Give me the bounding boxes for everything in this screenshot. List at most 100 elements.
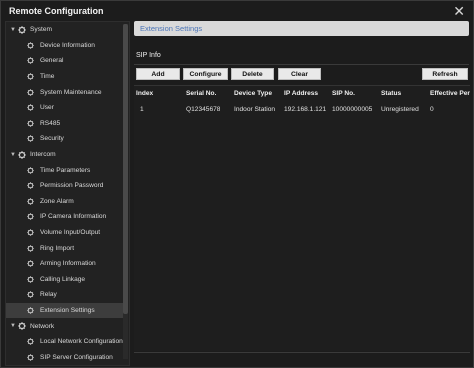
window-title: Remote Configuration — [9, 6, 104, 16]
table-cell: Q12345678 — [186, 106, 221, 113]
tree-item-label: IP Camera Information — [40, 213, 107, 221]
gear-icon — [27, 244, 34, 252]
gear-icon — [27, 291, 34, 299]
section-header: Extension Settings — [134, 21, 469, 36]
tree-item-label: Time Parameters — [40, 166, 91, 174]
caret-down-icon[interactable]: ▼ — [10, 27, 18, 33]
tree-item-permission-password[interactable]: Permission Password — [6, 178, 124, 194]
refresh-button[interactable]: Refresh — [422, 68, 468, 80]
tree-item-label: Time — [40, 73, 55, 81]
gear-icon — [27, 166, 34, 174]
tree-item-volume-input-output[interactable]: Volume Input/Output — [6, 225, 124, 241]
tree-group-intercom[interactable]: ▼ Intercom — [6, 147, 124, 163]
table-cell: Indoor Station — [234, 106, 276, 113]
column-header[interactable]: Status — [381, 90, 401, 97]
tree-item-security[interactable]: Security — [6, 131, 124, 147]
tree-item-label: Local Network Configuration — [40, 338, 123, 346]
column-header[interactable]: SIP No. — [332, 90, 355, 97]
gear-icon — [27, 260, 34, 268]
table-row[interactable]: 1 Q12345678 Indoor Station 192.168.1.121 100… — [134, 102, 470, 118]
gear-icon — [27, 135, 34, 143]
gear-icon — [18, 322, 26, 330]
gear-icon — [27, 275, 34, 283]
tree-item-rs485[interactable]: RS485 — [6, 116, 124, 132]
gear-icon — [27, 57, 34, 65]
gear-icon — [27, 182, 34, 190]
tree-item-general[interactable]: General — [6, 53, 124, 69]
tree-item-time[interactable]: Time — [6, 69, 124, 85]
gear-icon — [27, 197, 34, 205]
tree-group-label: Network — [30, 322, 55, 330]
sip-info-label: SIP Info — [136, 52, 161, 59]
gear-icon — [27, 88, 34, 96]
table-body: 1 Q12345678 Indoor Station 192.168.1.121 100… — [134, 102, 470, 118]
main-panel: Extension Settings SIP Info Add Configur… — [134, 21, 470, 366]
tree-item-label: Security — [40, 135, 64, 143]
gear-icon — [27, 73, 34, 80]
tree-item-label: Zone Alarm — [40, 197, 74, 205]
gear-icon — [27, 338, 34, 346]
tree-item-label: System Maintenance — [40, 88, 102, 96]
divider — [134, 64, 469, 65]
tree-item-label: Device Information — [40, 41, 95, 49]
remote-configuration-window: Remote Configuration ✕ ▼ System Device Inf… — [0, 0, 474, 368]
gear-icon — [27, 213, 34, 221]
config-tree-panel: ▼ System Device Information General Time Syst… — [5, 21, 130, 366]
tree-item-arming-information[interactable]: Arming Information — [6, 256, 124, 272]
tree-item-label: Ring Import — [40, 244, 75, 252]
clear-button[interactable]: Clear — [278, 68, 321, 80]
toolbar: Add Configure Delete Clear Refresh — [135, 68, 470, 81]
column-header[interactable]: Index — [136, 90, 153, 97]
caret-down-icon[interactable]: ▼ — [10, 152, 18, 158]
table-cell: 10000000005 — [332, 106, 373, 113]
tree-item-label: RS485 — [40, 119, 61, 127]
table-cell: 1 — [140, 106, 144, 113]
table-cell: 0 — [430, 106, 434, 113]
column-header[interactable]: Device Type — [234, 90, 272, 97]
gear-icon — [18, 25, 26, 34]
tree-item-ring-import[interactable]: Ring Import — [6, 240, 124, 256]
config-tree: ▼ System Device Information General Time Syst… — [6, 22, 124, 365]
tree-scrollbar[interactable] — [123, 24, 128, 359]
tree-scrollbar-thumb[interactable] — [123, 24, 128, 314]
tree-item-system-maintenance[interactable]: System Maintenance — [6, 84, 124, 100]
tree-item-user[interactable]: User — [6, 100, 124, 116]
tree-item-extension-settings[interactable]: Extension Settings — [6, 302, 124, 319]
tree-item-sip-server-configuration[interactable]: SIP Server Configuration — [6, 349, 124, 365]
divider — [134, 352, 470, 353]
tree-item-label: SIP Server Configuration — [40, 353, 113, 361]
column-header[interactable]: Effective Per — [430, 90, 470, 97]
table-cell: 192.168.1.121 — [284, 106, 327, 113]
tree-item-time-parameters[interactable]: Time Parameters — [6, 162, 124, 178]
tree-item-label: General — [40, 57, 64, 65]
configure-button[interactable]: Configure — [183, 68, 228, 80]
column-header[interactable]: IP Address — [284, 90, 318, 97]
gear-icon — [27, 119, 34, 127]
section-title: Extension Settings — [140, 24, 203, 33]
gear-icon — [27, 307, 34, 314]
tree-item-local-network-configuration[interactable]: Local Network Configuration — [6, 334, 124, 350]
tree-item-zone-alarm[interactable]: Zone Alarm — [6, 194, 124, 210]
table-header: Index Serial No. Device Type IP Address SIP … — [134, 86, 470, 102]
caret-down-icon[interactable]: ▼ — [10, 323, 18, 329]
tree-group-system[interactable]: ▼ System — [6, 22, 124, 38]
add-button[interactable]: Add — [136, 68, 180, 80]
tree-group-network[interactable]: ▼ Network — [6, 318, 124, 334]
column-header[interactable]: Serial No. — [186, 90, 216, 97]
close-icon[interactable]: ✕ — [453, 4, 465, 18]
gear-icon — [27, 104, 34, 112]
table-cell: Unregistered — [381, 106, 419, 113]
tree-item-device-information[interactable]: Device Information — [6, 38, 124, 54]
tree-item-label: Relay — [40, 291, 57, 299]
tree-item-label: Arming Information — [40, 260, 96, 268]
tree-group-label: System — [30, 26, 52, 34]
tree-item-label: Permission Password — [40, 182, 104, 190]
tree-group-label: Intercom — [30, 151, 56, 159]
tree-item-relay[interactable]: Relay — [6, 287, 124, 303]
delete-button[interactable]: Delete — [231, 68, 274, 80]
tree-item-ip-camera-information[interactable]: IP Camera Information — [6, 209, 124, 225]
tree-item-label: Extension Settings — [40, 306, 95, 314]
title-bar: Remote Configuration ✕ — [1, 1, 473, 21]
tree-item-calling-linkage[interactable]: Calling Linkage — [6, 272, 124, 288]
tree-item-label: User — [40, 104, 54, 112]
